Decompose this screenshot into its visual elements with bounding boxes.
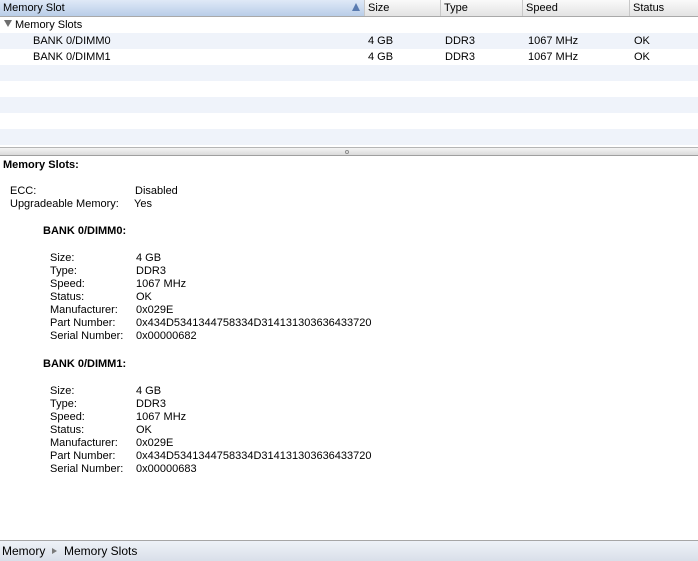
breadcrumb-memory-slots[interactable]: Memory Slots (64, 541, 137, 561)
empty-row (0, 113, 698, 129)
field-value: DDR3 (136, 398, 166, 410)
memory-slot-table: Memory Slot Size Type Speed Status Memor… (0, 0, 698, 147)
field-label: Speed: (50, 411, 85, 423)
cell-type: DDR3 (445, 35, 475, 47)
field-label: Size: (50, 385, 75, 397)
field-label: Manufacturer: (50, 437, 118, 449)
path-bar: Memory Memory Slots (0, 540, 698, 561)
field-label: Manufacturer: (50, 304, 118, 316)
empty-row (0, 129, 698, 145)
field-value: OK (136, 424, 152, 436)
cell-speed: 1067 MHz (528, 35, 579, 47)
empty-row (0, 97, 698, 113)
field-value: 0x434D5341344758334D314131303636433720 (136, 450, 372, 462)
column-header-label: Type (444, 2, 468, 14)
cell-size: 4 GB (368, 35, 394, 47)
field-label: Status: (50, 291, 85, 303)
cell-speed: 1067 MHz (528, 51, 579, 63)
disclosure-triangle-icon[interactable] (4, 20, 12, 27)
field-value: 0x00000683 (136, 463, 197, 475)
field-label: Size: (50, 252, 75, 264)
bank-title: BANK 0/DIMM1: (43, 358, 127, 370)
field-value: 1067 MHz (136, 278, 187, 290)
column-header-speed[interactable]: Speed (523, 0, 630, 16)
sort-ascending-icon (352, 3, 360, 11)
ecc-label: ECC: (10, 185, 37, 197)
cell-status: OK (634, 51, 650, 63)
field-label: Type: (50, 398, 77, 410)
field-label: Part Number: (50, 317, 116, 329)
column-header-label: Memory Slot (3, 2, 65, 14)
field-value: 0x00000682 (136, 330, 197, 342)
cell-status: OK (634, 35, 650, 47)
upgradeable-label: Upgradeable Memory: (10, 198, 119, 210)
ecc-value: Disabled (135, 185, 178, 197)
field-value: OK (136, 291, 152, 303)
field-value: 4 GB (136, 385, 162, 397)
split-view-divider[interactable] (0, 147, 698, 156)
cell-memory-slot: BANK 0/DIMM0 (33, 35, 111, 47)
column-header-type[interactable]: Type (441, 0, 523, 16)
divider-handle-icon[interactable] (345, 150, 349, 154)
field-label: Part Number: (50, 450, 116, 462)
field-label: Speed: (50, 278, 85, 290)
detail-title: Memory Slots: (3, 159, 79, 171)
field-value: 0x029E (136, 437, 174, 449)
field-value: 4 GB (136, 252, 162, 264)
field-label: Serial Number: (50, 330, 124, 342)
field-value: DDR3 (136, 265, 166, 277)
cell-size: 4 GB (368, 51, 394, 63)
cell-type: DDR3 (445, 51, 475, 63)
field-label: Status: (50, 424, 85, 436)
field-label: Serial Number: (50, 463, 124, 475)
column-header-memory-slot[interactable]: Memory Slot (0, 0, 365, 16)
table-row[interactable]: BANK 0/DIMM0 4 GB DDR3 1067 MHz OK (0, 33, 698, 49)
field-value: 0x434D5341344758334D314131303636433720 (136, 317, 372, 329)
column-header-label: Speed (526, 2, 558, 14)
upgradeable-value: Yes (134, 198, 152, 210)
bank-title: BANK 0/DIMM0: (43, 225, 127, 237)
group-label: Memory Slots (15, 19, 83, 31)
empty-row (0, 81, 698, 97)
group-row-memory-slots[interactable]: Memory Slots (0, 17, 698, 33)
field-label: Type: (50, 265, 77, 277)
column-header-label: Status (633, 2, 665, 14)
empty-row (0, 65, 698, 81)
table-header: Memory Slot Size Type Speed Status (0, 0, 698, 17)
column-header-label: Size (368, 2, 390, 14)
column-header-size[interactable]: Size (365, 0, 441, 16)
cell-memory-slot: BANK 0/DIMM1 (33, 51, 111, 63)
field-value: 1067 MHz (136, 411, 187, 423)
breadcrumb-memory[interactable]: Memory (2, 541, 45, 561)
detail-pane: Memory Slots: ECC: Disabled Upgradeable … (0, 156, 698, 540)
table-row[interactable]: BANK 0/DIMM1 4 GB DDR3 1067 MHz OK (0, 49, 698, 65)
chevron-right-icon (52, 548, 57, 554)
column-header-status[interactable]: Status (630, 0, 698, 16)
field-value: 0x029E (136, 304, 174, 316)
